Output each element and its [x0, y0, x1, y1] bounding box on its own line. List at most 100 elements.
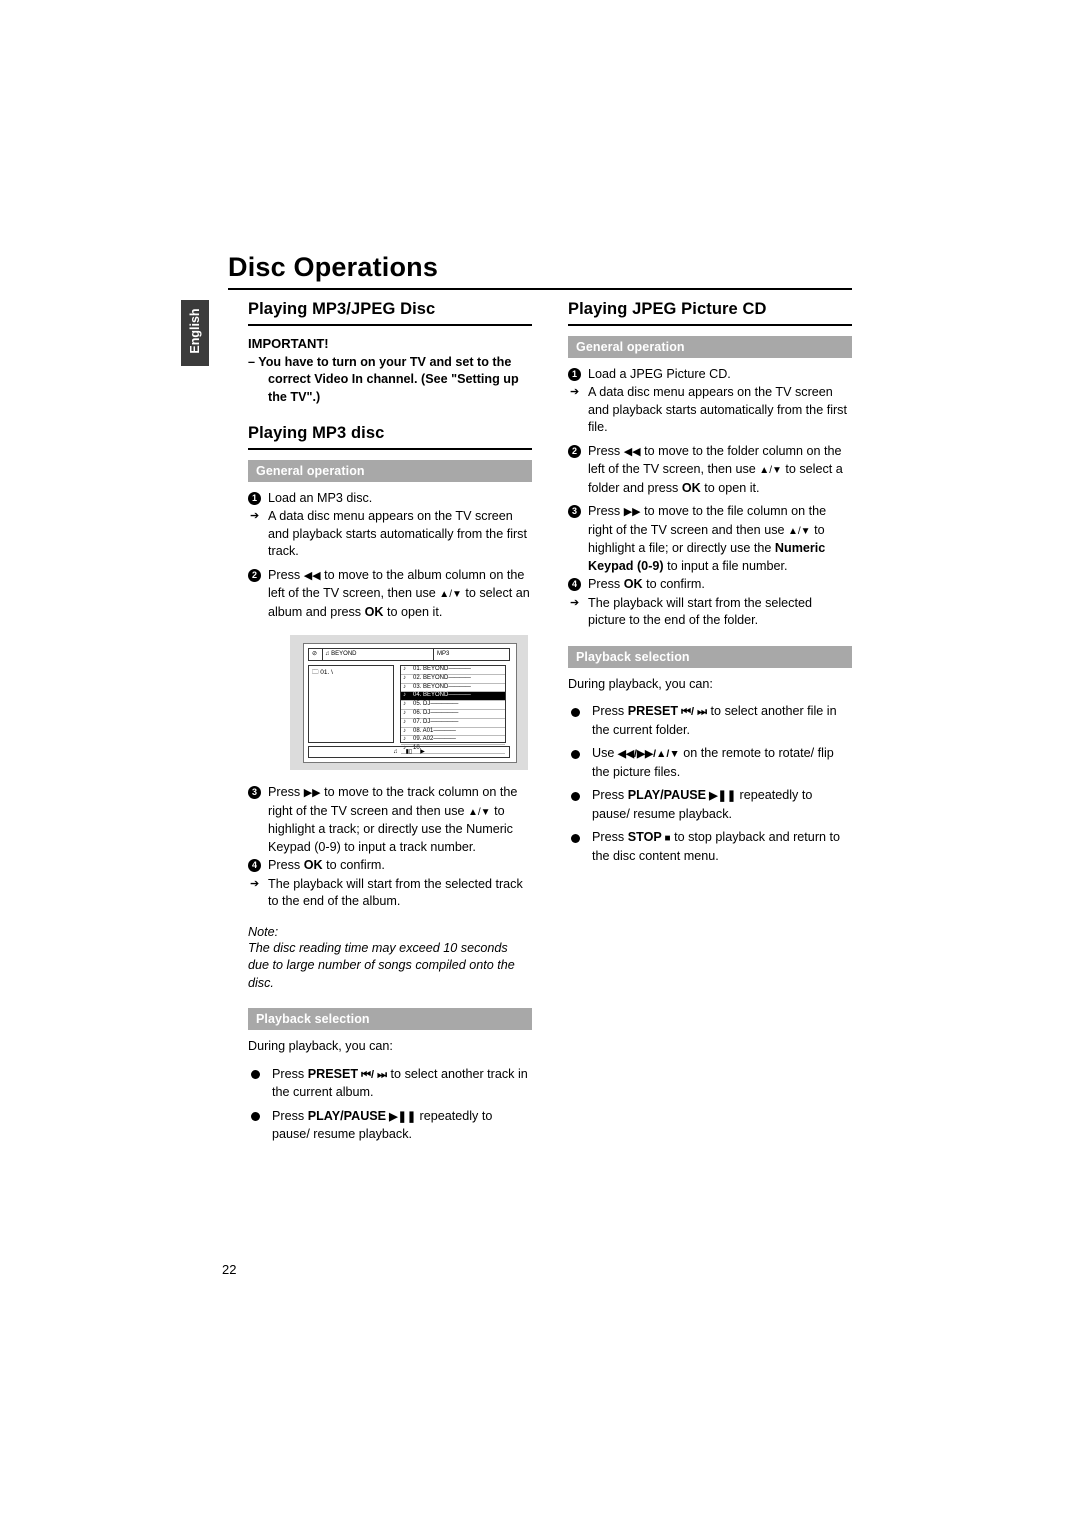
band-general-operation-right: General operation — [568, 335, 852, 358]
tv-top-bar: ⊘ ♫ BEYOND MP3 — [308, 648, 510, 661]
forward-icon: ▶▶ — [303, 787, 321, 799]
step-result: ➔ The playback will start from the selec… — [248, 876, 532, 911]
tv-top-label-2: MP3 — [437, 651, 450, 657]
band-playback-selection-left: Playback selection — [248, 1008, 532, 1030]
note-label: Note: — [248, 924, 279, 939]
music-note-icon: ♪ — [403, 674, 406, 681]
bullet-dot-icon — [251, 1112, 260, 1121]
tv-track-row: ♪ 08. A01———— — [401, 728, 505, 737]
bullet-item: Press PLAY/PAUSE ▶❚❚ repeatedly to pause… — [248, 1108, 532, 1144]
step-text-a: Press — [268, 785, 304, 799]
heading-divider — [248, 324, 532, 326]
playback-intro-left: During playback, you can: — [248, 1039, 393, 1053]
music-note-icon: ♪ — [403, 718, 406, 725]
music-note-icon: ♫ — [393, 749, 398, 755]
step-number: 1 — [248, 491, 261, 505]
tv-folder-column: 🗀 01. \ — [308, 665, 394, 743]
tv-status-bar: ♫ ▮▯ ▶ — [308, 746, 510, 758]
step-text: Load an MP3 disc. — [268, 490, 373, 505]
bullet-dot-icon — [571, 707, 580, 717]
tv-track-row: ♪ 05. DJ————— — [401, 701, 505, 710]
bullet-text-a: Press — [592, 830, 628, 844]
tv-top-label-1: ♫ BEYOND — [325, 651, 357, 657]
playpause-key-label: PLAY/PAUSE — [307, 1108, 387, 1123]
tv-track-row: ♪ 01. BEYOND———— — [401, 666, 505, 675]
bullet-item: Press PRESET ⏮/ ⏭ to select another trac… — [248, 1066, 532, 1102]
step-result: ➔ The playback will start from the selec… — [568, 595, 852, 630]
page: Disc Operations English Playing MP3/JPEG… — [0, 0, 1080, 1528]
arrow-icon: ➔ — [570, 386, 580, 398]
bullet-text-a: Press — [592, 704, 628, 718]
step-text-b: to confirm. — [322, 858, 385, 872]
step-item: 3 Press ▶▶ to move to the track column o… — [248, 784, 532, 856]
battery-icon: ▮▯ — [405, 749, 413, 755]
tv-track-row-selected: ♪ 04. BEYOND———— — [401, 692, 505, 702]
band-general-operation-left: General operation — [248, 459, 532, 482]
step-text-d: to open it. — [700, 480, 760, 495]
step-text-a: Press — [588, 443, 624, 458]
ok-key-label: OK — [303, 858, 323, 872]
tv-track-row: ♪ 09. A02———— — [401, 736, 505, 746]
step-item: 1 Load an MP3 disc. — [248, 490, 532, 508]
ok-key-label: OK — [681, 480, 701, 495]
divider — [433, 649, 434, 660]
heading-playing-mp3-jpeg-disc: Playing MP3/JPEG Disc — [248, 300, 436, 318]
step-number: 3 — [248, 786, 261, 799]
step-item: 3 Press ▶▶ to move to the file column on… — [568, 503, 852, 575]
step-text-a: Press — [268, 567, 304, 582]
prev-next-icon: ⏮/ ⏭ — [678, 706, 708, 718]
arrow-icon: ➔ — [570, 596, 580, 609]
step-result-text: A data disc menu appears on the TV scree… — [588, 385, 847, 434]
bullet-dot-icon — [251, 1070, 260, 1079]
bullet-item: Use ◀◀/▶▶/▲/▼ on the remote to rotate/ f… — [568, 745, 852, 781]
music-note-icon: ♪ — [403, 683, 406, 690]
bullet-text-a: Press — [592, 788, 628, 802]
step-number: 1 — [568, 367, 581, 381]
music-note-icon: ♪ — [403, 709, 406, 716]
left-column: Playing MP3/JPEG Disc IMPORTANT! – You h… — [248, 300, 532, 1150]
bullet-dot-icon — [571, 791, 580, 801]
music-note-icon: ♪ — [403, 692, 406, 699]
step-result: ➔ A data disc menu appears on the TV scr… — [248, 508, 532, 561]
bullet-item: Press PRESET ⏮/ ⏭ to select another file… — [568, 703, 852, 739]
tv-screen-figure: ⊘ ♫ BEYOND MP3 🗀 01. \ ♪ 01. BEYOND———— ♪… — [290, 635, 528, 770]
tv-track-row: ♪ 07. DJ————— — [401, 719, 505, 728]
bullet-item: Press PLAY/PAUSE ▶❚❚ repeatedly to pause… — [568, 787, 852, 823]
step-number: 4 — [248, 859, 261, 872]
ok-key-label: OK — [623, 577, 643, 591]
bullet-text-a: Press — [272, 1066, 308, 1081]
stop-key-label: STOP — [627, 830, 662, 844]
arrow-icon: ➔ — [250, 877, 260, 890]
important-text: – You have to turn on your TV and set to… — [248, 354, 519, 404]
step-item: 2 Press ◀◀ to move to the album column o… — [248, 567, 532, 622]
stop-icon: ■ — [661, 833, 671, 844]
disc-icon: ⊘ — [312, 651, 318, 657]
language-tab-label: English — [188, 308, 202, 354]
preset-key-label: PRESET — [307, 1066, 359, 1081]
important-label: IMPORTANT! — [248, 335, 329, 351]
direction-keys-icon: ◀◀/▶▶/▲/▼ — [617, 748, 680, 760]
tv-folder-item: 🗀 01. \ — [312, 669, 333, 676]
step-result-text: A data disc menu appears on the TV scree… — [268, 509, 527, 558]
ok-key-label: OK — [364, 604, 384, 619]
step-text-a: Press — [588, 504, 624, 518]
step-number: 4 — [568, 578, 581, 591]
right-column: Playing JPEG Picture CD General operatio… — [568, 300, 852, 871]
tv-track-row: ♪ 02. BEYOND———— — [401, 675, 505, 684]
playback-intro-right: During playback, you can: — [568, 676, 713, 691]
forward-icon: ▶▶ — [623, 506, 641, 518]
step-item: 4 Press OK to confirm. — [568, 576, 852, 594]
up-down-icon: ▲/▼ — [439, 589, 462, 600]
bullet-dot-icon — [571, 833, 580, 843]
step-result-text: The playback will start from the selecte… — [588, 595, 812, 628]
heading-divider-3 — [568, 324, 852, 326]
language-tab: English — [181, 300, 209, 366]
page-number: 22 — [222, 1262, 237, 1277]
tv-screen: ⊘ ♫ BEYOND MP3 🗀 01. \ ♪ 01. BEYOND———— ♪… — [303, 643, 517, 763]
step-result: ➔ A data disc menu appears on the TV scr… — [568, 384, 852, 437]
heading-divider-2 — [248, 448, 532, 450]
page-title: Disc Operations — [228, 252, 439, 282]
rewind-icon: ◀◀ — [303, 569, 321, 582]
music-note-icon: ♪ — [403, 727, 406, 734]
heading-playing-jpeg-picture-cd: Playing JPEG Picture CD — [568, 300, 767, 318]
